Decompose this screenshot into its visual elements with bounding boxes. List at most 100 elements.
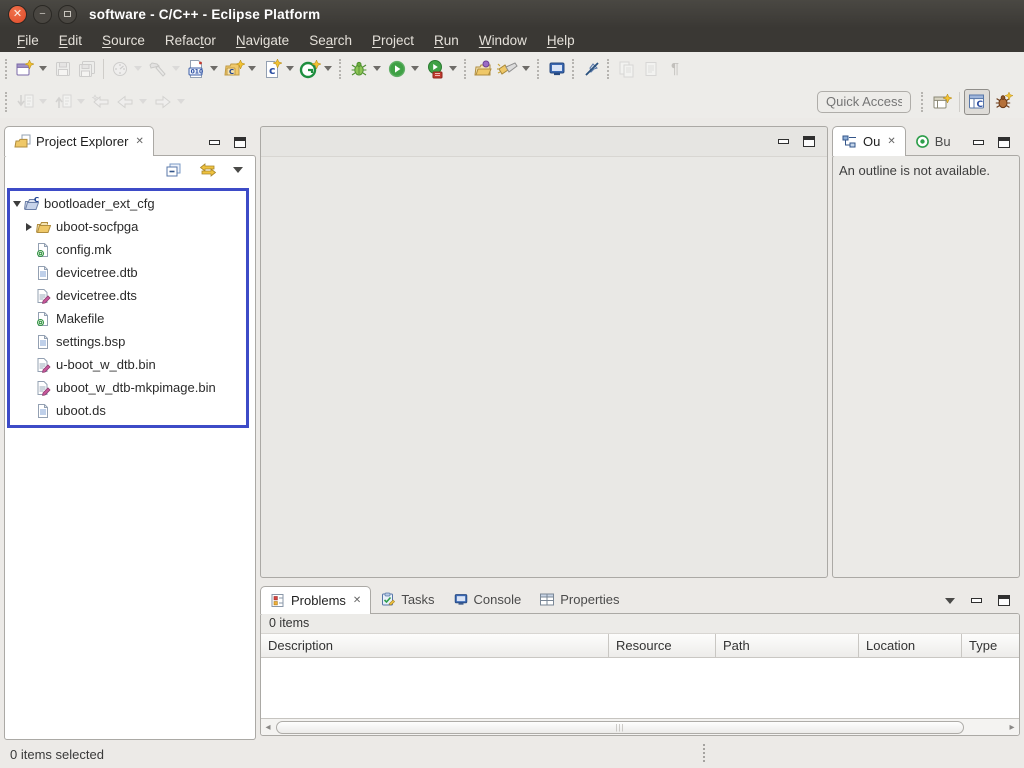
toolbar-drag-handle[interactable]	[537, 59, 540, 79]
column-path[interactable]: Path	[716, 634, 859, 657]
minimize-view-button[interactable]	[973, 140, 984, 145]
toolbar-drag-handle[interactable]	[339, 59, 342, 79]
maximize-view-button[interactable]	[998, 595, 1010, 606]
new-generate-button[interactable]	[298, 57, 322, 81]
column-resource[interactable]: Resource	[609, 634, 716, 657]
menu-run[interactable]: Run	[425, 30, 468, 51]
tree-item[interactable]: Makefile	[10, 307, 251, 330]
toggle-mark-occurrences-button[interactable]	[580, 57, 604, 81]
tab-build-targets[interactable]: Bu	[906, 127, 960, 156]
outline-icon	[842, 134, 858, 149]
tab-console[interactable]: Console	[444, 585, 531, 614]
scrollbar-thumb[interactable]: |||	[276, 721, 964, 734]
menu-file[interactable]: File	[8, 30, 48, 51]
tree-item[interactable]: uboot_w_dtb-mkpimage.bin	[10, 376, 251, 399]
search-button[interactable]	[496, 57, 520, 81]
tab-problems[interactable]: Problems ✕	[260, 586, 371, 614]
new-c-project-button[interactable]: C	[222, 57, 246, 81]
tab-close-icon[interactable]: ✕	[133, 136, 143, 147]
tree-item[interactable]: devicetree.dts	[10, 284, 251, 307]
new-c-project-dropdown[interactable]	[246, 57, 257, 81]
tab-project-explorer[interactable]: Project Explorer ✕	[4, 126, 154, 156]
maximize-view-button[interactable]	[998, 137, 1010, 148]
console-button[interactable]	[545, 57, 569, 81]
cpp-perspective-button[interactable]: C	[964, 89, 990, 115]
quick-access-input[interactable]	[817, 91, 911, 113]
file-icon	[35, 403, 53, 419]
minimize-view-button[interactable]	[209, 140, 220, 145]
previous-annotation-icon	[53, 92, 73, 112]
toolbar-drag-handle[interactable]	[572, 59, 575, 79]
link-with-editor-button[interactable]	[199, 162, 217, 178]
view-menu-button[interactable]	[233, 167, 243, 173]
column-location[interactable]: Location	[859, 634, 962, 657]
toolbar-drag-handle[interactable]	[5, 92, 8, 112]
menu-navigate[interactable]: Navigate	[227, 30, 298, 51]
forward-button	[151, 90, 175, 114]
menu-edit[interactable]: Edit	[50, 30, 91, 51]
window-minimize-button[interactable]: −	[33, 5, 52, 24]
outline-message: An outline is not available.	[833, 156, 1019, 185]
new-c-file-dropdown[interactable]	[284, 57, 295, 81]
tab-close-icon[interactable]: ✕	[351, 595, 361, 606]
toolbar-drag-handle[interactable]	[5, 59, 8, 79]
menu-help[interactable]: Help	[538, 30, 584, 51]
maximize-view-button[interactable]	[234, 137, 246, 148]
problems-table-body[interactable]	[261, 658, 1019, 718]
horizontal-scrollbar[interactable]: ◂ ||| ▸	[261, 718, 1019, 735]
show-whitespace-button: ¶	[663, 57, 687, 81]
collapse-all-button[interactable]	[165, 162, 183, 178]
scroll-right-arrow[interactable]: ▸	[1005, 720, 1019, 735]
menu-refactor[interactable]: Refactor	[156, 30, 225, 51]
editor-area[interactable]	[260, 126, 828, 578]
new-c-file-button[interactable]: c	[260, 57, 284, 81]
window-close-button[interactable]: ✕	[8, 5, 27, 24]
tab-outline[interactable]: Ou ✕	[832, 126, 906, 156]
maximize-editor-button[interactable]	[803, 136, 815, 147]
binary-file-dropdown[interactable]	[208, 57, 219, 81]
tree-item[interactable]: uboot.ds	[10, 399, 251, 422]
binary-file-button[interactable]: 010	[184, 57, 208, 81]
tab-tasks[interactable]: Tasks	[371, 585, 443, 614]
column-type[interactable]: Type	[962, 634, 1019, 657]
new-generate-dropdown[interactable]	[322, 57, 333, 81]
new-wizard-button[interactable]	[13, 57, 37, 81]
tree-item[interactable]: u-boot_w_dtb.bin	[10, 353, 251, 376]
debug-dropdown[interactable]	[371, 57, 382, 81]
window-maximize-button[interactable]	[58, 5, 77, 24]
column-description[interactable]: Description	[261, 634, 609, 657]
run-button[interactable]	[385, 57, 409, 81]
view-menu-button[interactable]	[945, 598, 955, 604]
search-dropdown[interactable]	[520, 57, 531, 81]
open-perspective-button[interactable]	[929, 89, 955, 115]
scroll-left-arrow[interactable]: ◂	[261, 720, 275, 735]
problems-count: 0 items	[261, 614, 1019, 634]
tree-item[interactable]: devicetree.dtb	[10, 261, 251, 284]
toolbar-drag-handle[interactable]	[921, 92, 924, 112]
toolbar-drag-handle[interactable]	[464, 59, 467, 79]
tree-item[interactable]: config.mk	[10, 238, 251, 261]
tree-item[interactable]: bootloader_ext_cfg	[10, 192, 251, 215]
tree-item[interactable]: uboot-socfpga	[10, 215, 251, 238]
external-tools-button[interactable]	[423, 57, 447, 81]
new-wizard-dropdown[interactable]	[37, 57, 48, 81]
pilcrow-icon: ¶	[671, 60, 679, 77]
menu-project[interactable]: Project	[363, 30, 423, 51]
menu-source[interactable]: Source	[93, 30, 154, 51]
minimize-view-button[interactable]	[971, 598, 982, 603]
menu-search[interactable]: Search	[300, 30, 361, 51]
external-tools-dropdown[interactable]	[447, 57, 458, 81]
menu-window[interactable]: Window	[470, 30, 536, 51]
expander-open-icon[interactable]	[10, 201, 23, 207]
minimize-editor-button[interactable]	[778, 139, 789, 144]
toolbar-drag-handle[interactable]	[607, 59, 610, 79]
show-document-button	[639, 57, 663, 81]
run-dropdown[interactable]	[409, 57, 420, 81]
expander-closed-icon[interactable]	[22, 223, 35, 231]
tree-item[interactable]: settings.bsp	[10, 330, 251, 353]
tab-close-icon[interactable]: ✕	[885, 136, 895, 147]
tab-properties[interactable]: Properties	[530, 585, 628, 614]
debug-perspective-button[interactable]	[990, 89, 1016, 115]
debug-button[interactable]	[347, 57, 371, 81]
open-element-button[interactable]	[472, 57, 496, 81]
